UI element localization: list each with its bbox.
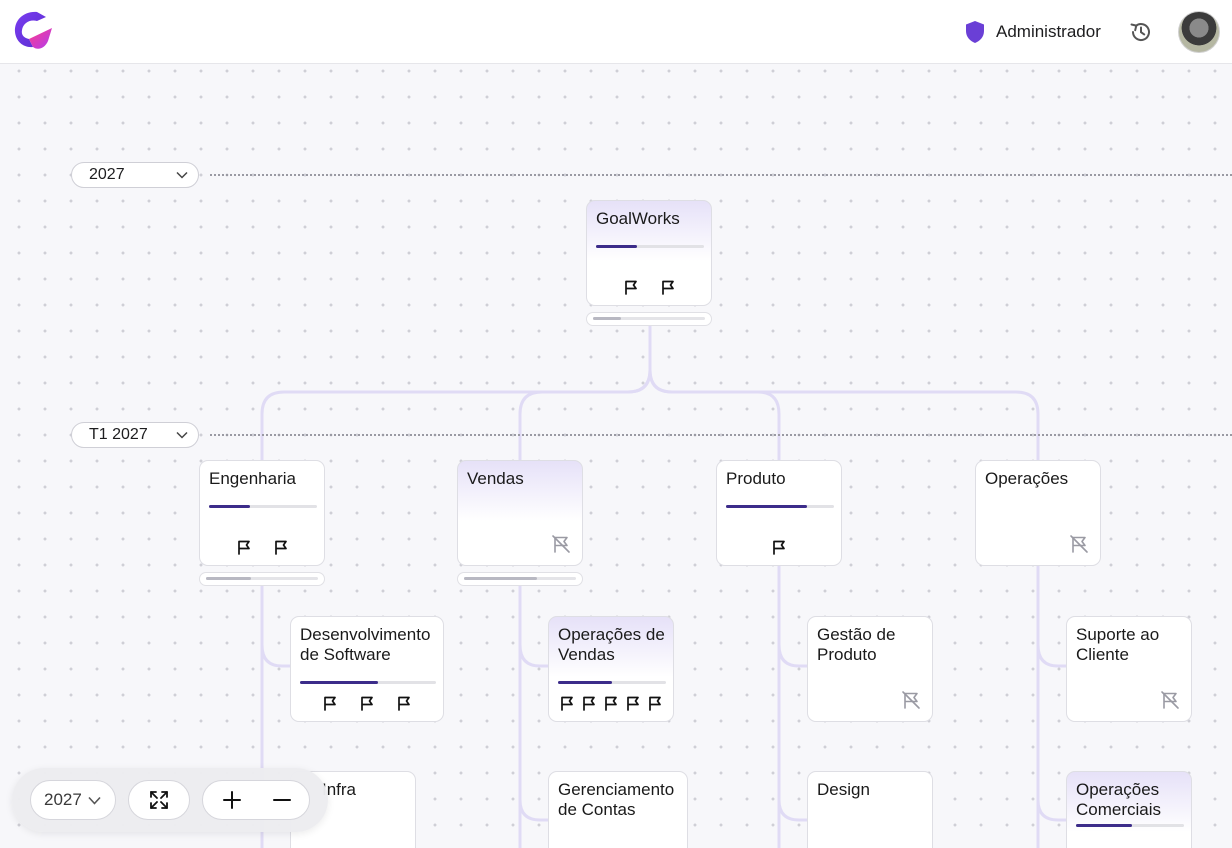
period-divider <box>210 174 1232 176</box>
minus-icon <box>273 799 291 801</box>
history-icon[interactable] <box>1128 19 1154 45</box>
goal-flags <box>587 279 711 295</box>
period-select-2027[interactable]: 2027 <box>71 162 199 188</box>
card-title: Engenharia <box>209 469 296 488</box>
goalworks-logo-icon[interactable] <box>10 8 58 54</box>
shield-icon <box>966 21 984 43</box>
goal-flags <box>717 539 841 555</box>
progress-fill <box>209 505 251 508</box>
progress-bar <box>558 681 666 684</box>
flag-icon[interactable] <box>603 695 619 711</box>
goal-flags <box>549 695 673 711</box>
card-title: Vendas <box>467 469 524 488</box>
goal-card-design[interactable]: Design <box>807 771 933 848</box>
fit-screen-button[interactable] <box>128 780 190 820</box>
goal-card-gerenciamento-de-contas[interactable]: Gerenciamento de Contas <box>548 771 688 848</box>
no-goals-flag-icon <box>1070 535 1088 553</box>
progress-fill <box>1076 824 1133 827</box>
no-goals-flag-icon <box>552 535 570 553</box>
flag-icon[interactable] <box>625 695 641 711</box>
goal-card-engenharia[interactable]: Engenharia <box>199 460 325 566</box>
goal-card-suporte-ao-cliente[interactable]: Suporte ao Cliente <box>1066 616 1192 722</box>
zoom-in-button[interactable] <box>207 781 257 819</box>
chevron-down-icon <box>176 171 188 179</box>
card-title: Gestão de Produto <box>817 625 896 664</box>
card-title: Design <box>817 780 870 799</box>
flag-icon[interactable] <box>647 695 663 711</box>
sub-progress-fill <box>206 577 251 580</box>
period-divider <box>210 434 1232 436</box>
progress-bar <box>596 245 704 248</box>
flag-icon[interactable] <box>559 695 575 711</box>
period-select-t1-2027[interactable]: T1 2027 <box>71 422 199 448</box>
progress-fill <box>726 505 807 508</box>
progress-bar <box>209 505 317 508</box>
top-bar: Administrador <box>0 0 1232 64</box>
card-title: Operações Comerciais <box>1076 780 1162 819</box>
goal-card-operacoes[interactable]: Operações <box>975 460 1101 566</box>
flag-icon[interactable] <box>623 279 639 295</box>
goal-card-desenvolvimento-de-software[interactable]: Desenvolvimento de Software <box>290 616 444 722</box>
sub-progress <box>199 572 325 586</box>
no-goals-flag-icon <box>902 691 920 709</box>
goal-card-operacoes-comerciais[interactable]: Operações Comerciais <box>1066 771 1192 848</box>
chevron-down-icon <box>88 796 101 805</box>
period-filter-select[interactable]: 2027 <box>30 780 116 820</box>
sub-progress-fill <box>464 577 537 580</box>
role-indicator: Administrador <box>964 20 1101 44</box>
period-filter-value: 2027 <box>44 790 82 809</box>
flag-icon[interactable] <box>273 539 289 555</box>
chevron-down-icon <box>176 431 188 439</box>
flag-icon[interactable] <box>359 695 375 711</box>
canvas-toolbar: 2027 <box>12 768 328 832</box>
zoom-out-button[interactable] <box>257 781 307 819</box>
progress-bar <box>300 681 436 684</box>
progress-fill <box>300 681 378 684</box>
flag-icon[interactable] <box>322 695 338 711</box>
progress-bar <box>1076 824 1184 827</box>
role-label: Administrador <box>996 22 1101 41</box>
card-title: Infra <box>322 780 357 799</box>
sub-progress-track <box>593 317 705 320</box>
flag-icon[interactable] <box>771 539 787 555</box>
flag-icon[interactable] <box>396 695 412 711</box>
progress-fill <box>596 245 638 248</box>
card-title: Gerenciamento de Contas <box>558 780 675 819</box>
goal-flags <box>291 695 443 711</box>
flag-icon[interactable] <box>236 539 252 555</box>
goal-card-goalworks[interactable]: GoalWorks <box>586 200 712 306</box>
plus-icon <box>223 791 241 809</box>
goal-card-produto[interactable]: Produto <box>716 460 842 566</box>
progress-bar <box>726 505 834 508</box>
sub-progress-fill <box>593 317 621 320</box>
sub-progress-track <box>206 577 318 580</box>
card-title: Desenvolvimento de Software <box>300 625 431 664</box>
card-title: Produto <box>726 469 786 488</box>
sub-progress <box>457 572 583 586</box>
card-title: Suporte ao Cliente <box>1076 625 1160 664</box>
sub-progress-track <box>464 577 576 580</box>
sub-progress <box>586 312 712 326</box>
goal-card-operacoes-de-vendas[interactable]: Operações de Vendas <box>548 616 674 722</box>
period-label: T1 2027 <box>89 426 148 443</box>
progress-fill <box>558 681 612 684</box>
goal-flags <box>200 539 324 555</box>
flag-icon[interactable] <box>660 279 676 295</box>
card-title: Operações <box>985 469 1069 488</box>
goal-card-vendas[interactable]: Vendas <box>457 460 583 566</box>
card-title: Operações de Vendas <box>558 625 665 664</box>
no-goals-flag-icon <box>1161 691 1179 709</box>
period-label: 2027 <box>89 166 125 183</box>
zoom-controls <box>202 780 310 820</box>
card-title: GoalWorks <box>596 209 680 228</box>
goal-card-gestao-de-produto[interactable]: Gestão de Produto <box>807 616 933 722</box>
flag-icon[interactable] <box>581 695 597 711</box>
user-avatar[interactable] <box>1178 11 1220 53</box>
fit-screen-icon <box>150 791 168 809</box>
